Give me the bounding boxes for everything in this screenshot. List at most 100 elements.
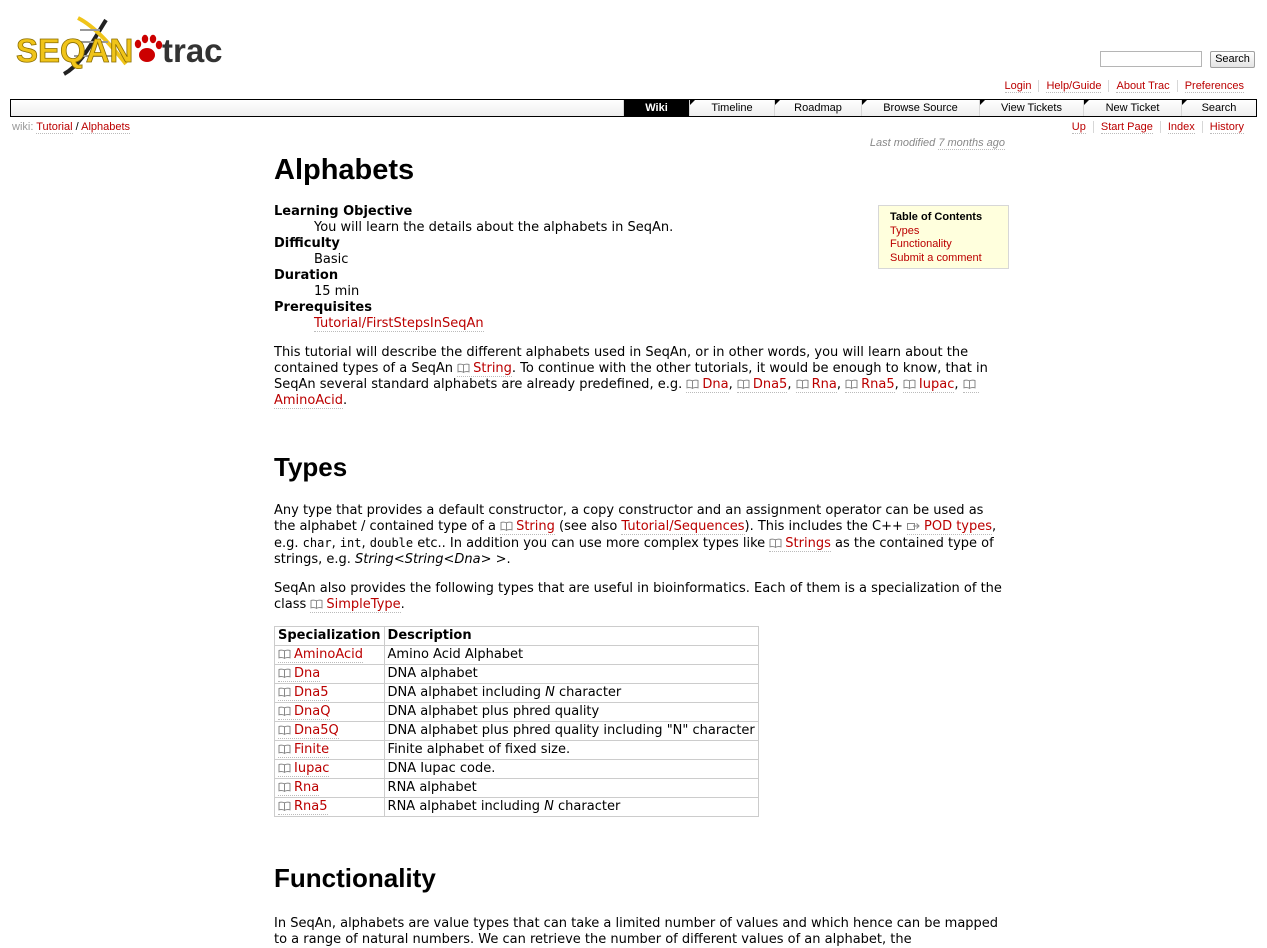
history-link[interactable]: History [1209, 121, 1244, 134]
breadcrumb-tutorial-link[interactable]: Tutorial [36, 121, 73, 134]
book-icon [278, 800, 291, 811]
description-cell: RNA alphabet [383, 778, 759, 798]
logo-seqan-text: SEQAN [16, 32, 133, 69]
preferences-link[interactable]: Preferences [1184, 80, 1244, 93]
functionality-paragraph: In SeqAn, alphabets are value types that… [274, 916, 999, 947]
table-row: Dna5Q DNA alphabet plus phred quality inc… [274, 721, 759, 741]
spec-cell: Finite [274, 740, 385, 760]
last-modified-prefix: Last modified [869, 137, 936, 149]
table-row: DnaQ DNA alphabet plus phred quality [274, 702, 759, 722]
table-row: Finite Finite alphabet of fixed size. [274, 740, 759, 760]
string-doc-link[interactable]: String [457, 361, 512, 377]
simpletype-doc-link[interactable]: SimpleType [310, 597, 401, 613]
book-icon [769, 537, 782, 548]
book-icon [737, 378, 750, 389]
spec-cell: Iupac [274, 759, 385, 779]
table-row: Dna5 DNA alphabet including N character [274, 683, 759, 703]
index-link[interactable]: Index [1167, 121, 1195, 134]
book-icon [278, 686, 291, 697]
spec-doc-link[interactable]: Dna [278, 666, 321, 682]
table-header-row: Specialization Description [274, 626, 759, 646]
about-trac-link[interactable]: About Trac [1116, 80, 1170, 93]
search-input[interactable] [1100, 51, 1202, 67]
meta-value-difficulty: Basic [314, 252, 349, 267]
tab-search[interactable]: Search [1181, 100, 1256, 116]
book-icon [686, 378, 699, 389]
spec-doc-link[interactable]: DnaQ [278, 704, 331, 720]
iupac-doc-link[interactable]: Iupac [902, 377, 955, 393]
tab-browse-source[interactable]: Browse Source [861, 100, 979, 116]
dna5-doc-link[interactable]: Dna5 [736, 377, 788, 393]
book-icon [278, 667, 291, 678]
book-icon [457, 362, 470, 373]
spec-doc-link[interactable]: Finite [278, 742, 330, 758]
spec-doc-link[interactable]: Iupac [278, 761, 330, 777]
start-page-link[interactable]: Start Page [1100, 121, 1153, 134]
book-icon [963, 378, 976, 389]
book-icon [845, 378, 858, 389]
book-icon [278, 724, 291, 735]
context-nav: Up Start Page Index History [1065, 121, 1251, 134]
spec-cell: Dna5 [274, 683, 385, 703]
main-nav: Wiki Timeline Roadmap Browse Source View… [10, 99, 1257, 117]
meta-value-objective: You will learn the details about the alp… [314, 220, 674, 235]
description-cell: DNA alphabet including N character [383, 683, 759, 703]
description-cell: Finite alphabet of fixed size. [383, 740, 759, 760]
login-link[interactable]: Login [1004, 80, 1032, 93]
book-icon [278, 743, 291, 754]
up-link[interactable]: Up [1071, 121, 1086, 134]
description-cell: RNA alphabet including N character [383, 797, 759, 817]
logo-trac-text: trac [162, 32, 223, 69]
seqan-trac-logo[interactable]: SEQAN trac [14, 12, 226, 82]
spec-doc-link[interactable]: Rna [278, 780, 320, 796]
alphabet-table: Specialization Description AminoAcid Amin… [274, 626, 759, 817]
table-row: Rna5 RNA alphabet including N character [274, 797, 759, 817]
breadcrumb: wiki: Tutorial / Alphabets [12, 121, 131, 134]
spec-doc-link[interactable]: Dna5Q [278, 723, 339, 739]
book-icon [278, 781, 291, 792]
pod-types-external-link[interactable]: POD types [907, 519, 993, 535]
last-modified-when-link[interactable]: 7 months ago [938, 137, 1005, 150]
tab-timeline[interactable]: Timeline [689, 100, 774, 116]
spec-doc-link[interactable]: Rna5 [278, 799, 328, 815]
meta-term-prerequisites: Prerequisites [274, 300, 372, 315]
breadcrumb-prefix: wiki: [12, 121, 34, 133]
book-icon [310, 598, 323, 609]
spec-cell: Dna5Q [274, 721, 385, 741]
tutorial-meta: Learning Objective You will learn the de… [274, 204, 1006, 332]
intro-paragraph: This tutorial will describe the differen… [274, 345, 988, 409]
breadcrumb-alphabets-link[interactable]: Alphabets [81, 121, 131, 134]
types-heading: Types [274, 452, 348, 482]
rna-doc-link[interactable]: Rna [795, 377, 837, 393]
meta-nav: Login Help/Guide About Trac Preferences [998, 80, 1251, 93]
prerequisite-link[interactable]: Tutorial/FirstStepsInSeqAn [314, 316, 484, 332]
meta-term-objective: Learning Objective [274, 204, 413, 219]
tab-view-tickets[interactable]: View Tickets [979, 100, 1083, 116]
tab-new-ticket[interactable]: New Ticket [1083, 100, 1181, 116]
meta-term-duration: Duration [274, 268, 339, 283]
description-cell: Amino Acid Alphabet [383, 645, 759, 665]
book-icon [903, 378, 916, 389]
breadcrumb-separator: / [75, 121, 79, 133]
book-icon [796, 378, 809, 389]
rna5-doc-link[interactable]: Rna5 [845, 377, 895, 393]
tutorial-sequences-link[interactable]: Tutorial/Sequences [621, 519, 745, 535]
description-cell: DNA Iupac code. [383, 759, 759, 779]
table-header: Description [383, 626, 759, 646]
spec-doc-link[interactable]: Dna5 [278, 685, 329, 701]
help-guide-link[interactable]: Help/Guide [1046, 80, 1102, 93]
book-icon [500, 520, 513, 531]
functionality-heading: Functionality [274, 863, 436, 893]
strings-doc-link[interactable]: Strings [769, 536, 831, 552]
search-button[interactable]: Search [1210, 51, 1255, 68]
paw-icon [134, 34, 163, 62]
tab-roadmap[interactable]: Roadmap [774, 100, 861, 116]
tab-wiki[interactable]: Wiki [623, 100, 689, 116]
dna-doc-link[interactable]: Dna [686, 377, 729, 393]
spec-doc-link[interactable]: AminoAcid [278, 647, 364, 663]
description-cell: DNA alphabet [383, 664, 759, 684]
string-doc-link-2[interactable]: String [500, 519, 555, 535]
spec-cell: DnaQ [274, 702, 385, 722]
types-paragraph-1: Any type that provides a default constru… [274, 503, 997, 567]
table-row: AminoAcid Amino Acid Alphabet [274, 645, 759, 665]
